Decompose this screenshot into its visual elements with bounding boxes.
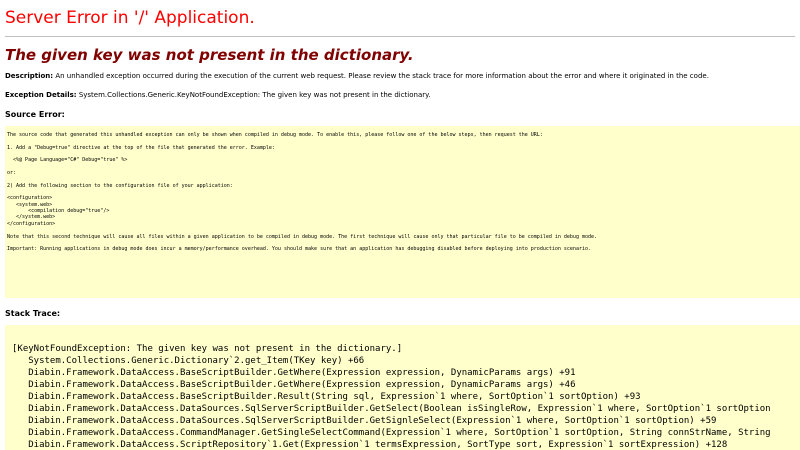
stack-trace-box: [KeyNotFoundException: The given key was… [5, 325, 800, 450]
source-error-line: <configuration> [7, 195, 53, 202]
stack-trace-heading: Stack Trace: [5, 309, 61, 318]
source-error-line: 2) Add the following section to the conf… [7, 182, 233, 189]
source-error-line: Note that this second technique will cau… [7, 233, 598, 240]
stack-trace-line: Diabin.Framework.DataAccess.ScriptReposi… [12, 440, 728, 450]
source-error-line: <compilation debug="true"/> [7, 208, 110, 215]
source-error-line: The source code that generated this unha… [7, 132, 543, 138]
stack-trace-line: Diabin.Framework.DataAccess.DataSources.… [12, 416, 717, 426]
stack-trace-line: Diabin.Framework.DataAccess.DataSources.… [12, 404, 771, 414]
source-error-line: </configuration> [7, 220, 56, 227]
source-error-line: <%@ Page Language="C#" Debug="true" %> [7, 157, 128, 164]
exception-details-label: Exception Details: [5, 91, 77, 99]
error-message-heading: The given key was not present in the dic… [5, 46, 414, 64]
page-title: Server Error in '/' Application. [5, 8, 255, 28]
source-error-line: or: [7, 170, 17, 177]
stack-trace-line: [KeyNotFoundException: The given key was… [12, 344, 403, 354]
source-error-line: <system.web> [7, 201, 53, 208]
stack-trace-code: [KeyNotFoundException: The given key was… [5, 325, 800, 450]
stack-trace-line: Diabin.Framework.DataAccess.BaseScriptBu… [12, 368, 576, 378]
title-divider [5, 36, 795, 37]
source-error-heading: Source Error: [5, 110, 65, 119]
stack-trace-line: System.Collections.Generic.Dictionary`2.… [12, 356, 365, 366]
source-error-line: </system.web> [7, 214, 56, 221]
source-error-line: Important: Running applications in debug… [7, 246, 591, 253]
source-error-code: The source code that generated this unha… [5, 126, 800, 253]
stack-trace-line: Diabin.Framework.DataAccess.BaseScriptBu… [12, 392, 641, 402]
exception-details-text: System.Collections.Generic.KeyNotFoundEx… [78, 91, 431, 99]
exception-details-paragraph: Exception Details: System.Collections.Ge… [5, 91, 431, 99]
description-paragraph: Description: An unhandled exception occu… [5, 72, 709, 80]
description-label: Description: [5, 72, 54, 80]
stack-trace-line: Diabin.Framework.DataAccess.BaseScriptBu… [12, 380, 576, 390]
description-text: An unhandled exception occurred during t… [55, 72, 709, 80]
stack-trace-line: Diabin.Framework.DataAccess.CommandManag… [12, 428, 771, 438]
source-error-box: The source code that generated this unha… [5, 126, 800, 298]
source-error-line: 1. Add a "Debug=true" directive at the t… [7, 144, 275, 151]
